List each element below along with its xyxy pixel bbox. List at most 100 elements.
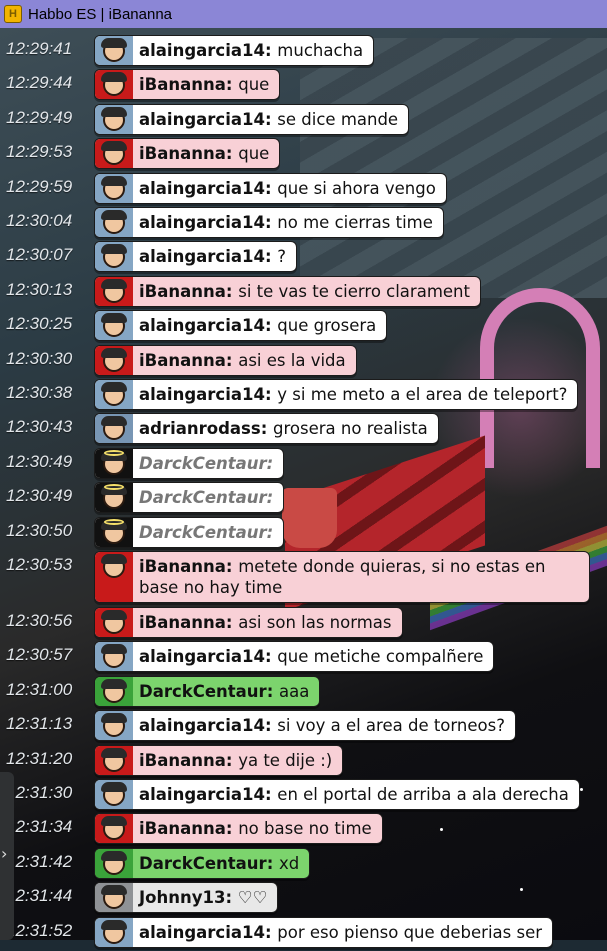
chat-username[interactable]: alaingarcia14 [139, 110, 265, 129]
chat-bubble[interactable]: adrianrodass: grosera no realista [94, 413, 439, 445]
chat-bubble[interactable]: alaingarcia14: en el portal de arriba a … [94, 779, 580, 810]
user-avatar[interactable] [95, 448, 133, 478]
chat-bubble[interactable]: iBananna: asi es la vida [94, 344, 357, 376]
chat-username[interactable]: alaingarcia14 [139, 923, 265, 942]
chat-username[interactable]: iBananna [139, 351, 226, 370]
chat-bubble[interactable]: alaingarcia14: que metiche compalñere [94, 641, 495, 673]
chat-username[interactable]: alaingarcia14 [139, 716, 265, 735]
user-avatar[interactable] [95, 745, 133, 775]
chat-message: alaingarcia14: no me cierras time [133, 208, 443, 237]
chat-username[interactable]: iBananna [139, 819, 226, 838]
user-avatar[interactable] [95, 311, 133, 341]
chat-bubble[interactable]: iBananna: asi son las normas [94, 607, 403, 638]
chat-username[interactable]: alaingarcia14 [139, 647, 265, 666]
chat-bubble[interactable]: iBananna: si te vas te cierro clarament [94, 275, 481, 307]
chat-username[interactable]: alaingarcia14 [139, 316, 265, 335]
chat-bubble[interactable]: alaingarcia14: se dice mande [94, 103, 410, 135]
user-avatar[interactable] [95, 780, 133, 809]
chevron-right-icon[interactable]: › [1, 844, 7, 863]
user-avatar[interactable] [95, 848, 133, 878]
chat-bubble[interactable]: Johnny13: ♡♡ [94, 882, 279, 914]
chat-username[interactable]: adrianrodass [139, 419, 261, 438]
chat-bubble[interactable]: alaingarcia14: y si me meto a el area de… [94, 379, 579, 410]
chat-row: 12:29:41 alaingarcia14: muchacha [0, 35, 607, 69]
user-avatar[interactable] [95, 276, 133, 306]
chat-username[interactable]: iBananna [139, 613, 226, 632]
chat-bubble[interactable]: DarckCentaur: aaa [94, 675, 321, 707]
chat-username[interactable]: alaingarcia14 [139, 385, 265, 404]
window-titlebar[interactable]: H Habbo ES | iBananna [0, 0, 607, 28]
chat-username[interactable]: alaingarcia14 [139, 213, 265, 232]
chat-message-text: muchacha [277, 41, 364, 60]
user-avatar[interactable] [95, 414, 133, 444]
user-avatar[interactable] [95, 36, 133, 65]
user-avatar[interactable] [95, 517, 133, 547]
chat-message: alaingarcia14: en el portal de arriba a … [133, 780, 579, 809]
chat-bubble[interactable]: alaingarcia14: muchacha [94, 35, 375, 66]
user-avatar[interactable] [95, 552, 133, 602]
chat-bubble[interactable]: alaingarcia14: por eso pienso que deberi… [94, 916, 554, 948]
user-avatar[interactable] [95, 883, 133, 913]
chat-username[interactable]: alaingarcia14 [139, 41, 265, 60]
avatar-hair [101, 644, 127, 655]
chat-bubble[interactable]: alaingarcia14: que si ahora vengo [94, 172, 447, 204]
chat-username[interactable]: DarckCentaur [139, 682, 267, 701]
chat-username[interactable]: iBananna [139, 751, 226, 770]
chat-row: 12:30:07 alaingarcia14: ? [0, 241, 607, 275]
user-avatar[interactable] [95, 139, 133, 169]
user-avatar[interactable] [95, 345, 133, 375]
chat-bubble[interactable]: iBananna: que [94, 138, 281, 170]
chat-bubble[interactable]: iBananna: que [94, 69, 281, 101]
chat-bubble[interactable]: DarckCentaur: [94, 516, 285, 548]
chat-username[interactable]: alaingarcia14 [139, 179, 265, 198]
chat-username[interactable]: DarckCentaur: [139, 523, 273, 542]
chat-bubble[interactable]: alaingarcia14: si voy a el area de torne… [94, 710, 516, 742]
chat-row: 12:30:56 iBananna: asi son las normas [0, 607, 607, 641]
username-separator: : [266, 681, 280, 701]
chat-bubble[interactable]: DarckCentaur: xd [94, 847, 311, 879]
chat-row: 12:31:13 alaingarcia14: si voy a el area … [0, 710, 607, 744]
user-avatar[interactable] [95, 483, 133, 513]
chat-username[interactable]: DarckCentaur [139, 854, 267, 873]
chat-bubble[interactable]: iBananna: ya te dije :) [94, 744, 344, 776]
chat-username[interactable]: iBananna [139, 282, 226, 301]
chat-username[interactable]: alaingarcia14 [139, 785, 265, 804]
chat-bubble[interactable]: iBananna: no base no time [94, 813, 383, 845]
chat-username[interactable]: DarckCentaur: [139, 488, 273, 507]
user-avatar[interactable] [95, 380, 133, 409]
chat-timestamp: 12:30:49 [6, 451, 73, 471]
chat-bubble[interactable]: DarckCentaur: [94, 447, 285, 479]
chat-timestamp: 12:31:30 [6, 783, 73, 802]
chat-row: 12:30:53 iBananna: metete donde quieras, … [0, 551, 607, 607]
avatar-hair [101, 313, 127, 324]
user-avatar[interactable] [95, 242, 133, 272]
username-separator: : [266, 853, 280, 873]
user-avatar[interactable] [95, 917, 133, 947]
user-avatar[interactable] [95, 642, 133, 672]
chat-username[interactable]: iBananna [139, 144, 226, 163]
chat-bubble[interactable]: iBananna: metete donde quieras, si no es… [94, 551, 590, 603]
chat-username[interactable]: iBananna [139, 75, 226, 94]
user-avatar[interactable] [95, 676, 133, 706]
chat-message: alaingarcia14: por eso pienso que deberi… [133, 918, 552, 947]
user-avatar[interactable] [95, 608, 133, 637]
chat-bubble[interactable]: alaingarcia14: que grosera [94, 310, 388, 342]
user-avatar[interactable] [95, 208, 133, 237]
user-avatar[interactable] [95, 711, 133, 741]
chat-timestamp: 12:31:13 [6, 714, 73, 734]
chat-bubble[interactable]: alaingarcia14: no me cierras time [94, 207, 444, 238]
chat-message: DarckCentaur: xd [133, 849, 309, 878]
user-avatar[interactable] [95, 173, 133, 203]
chat-username[interactable]: Johnny13 [139, 888, 225, 907]
user-avatar[interactable] [95, 814, 133, 844]
user-avatar[interactable] [95, 104, 133, 134]
chat-timestamp: 12:30:43 [6, 417, 73, 437]
chat-bubble[interactable]: alaingarcia14: ? [94, 241, 298, 273]
chat-bubble[interactable]: DarckCentaur: [94, 482, 285, 514]
chat-timestamp: 12:30:38 [6, 383, 73, 402]
chat-message: alaingarcia14: ? [133, 242, 296, 271]
chat-username[interactable]: alaingarcia14 [139, 247, 265, 266]
chat-username[interactable]: iBananna [139, 557, 226, 576]
chat-username[interactable]: DarckCentaur: [139, 454, 273, 473]
user-avatar[interactable] [95, 70, 133, 100]
